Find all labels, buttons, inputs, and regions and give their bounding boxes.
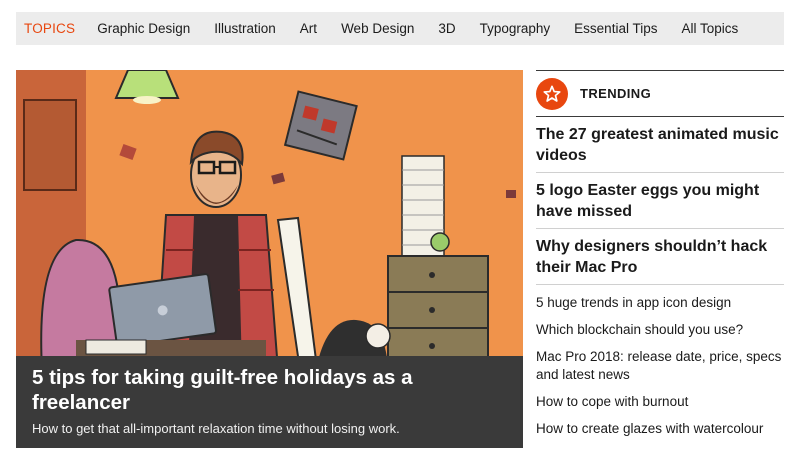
trending-list-link[interactable]: How to cope with burnout: [536, 388, 784, 415]
trending-label: TRENDING: [580, 86, 652, 101]
star-icon: [536, 77, 568, 110]
hero-subtitle: How to get that all-important relaxation…: [32, 421, 400, 436]
trending-list-link[interactable]: Which blockchain should you use?: [536, 316, 784, 343]
trending-featured-link[interactable]: 5 logo Easter eggs you might have missed: [536, 173, 784, 229]
trending-list-link[interactable]: How to create glazes with watercolour: [536, 415, 784, 442]
trending-featured-link[interactable]: Why designers shouldn’t hack their Mac P…: [536, 229, 784, 285]
nav-item-graphic-design[interactable]: Graphic Design: [97, 21, 190, 36]
topics-label[interactable]: TOPICS: [24, 21, 75, 36]
trending-header: TRENDING: [536, 71, 784, 117]
nav-item-art[interactable]: Art: [300, 21, 317, 36]
trending-sidebar: TRENDING The 27 greatest animated music …: [536, 70, 784, 442]
nav-item-typography[interactable]: Typography: [480, 21, 551, 36]
nav-item-all-topics[interactable]: All Topics: [681, 21, 738, 36]
trending-list-link[interactable]: Mac Pro 2018: release date, price, specs…: [536, 343, 784, 388]
hero-article[interactable]: 5 tips for taking guilt-free holidays as…: [16, 70, 523, 448]
hero-title[interactable]: 5 tips for taking guilt-free holidays as…: [32, 365, 507, 415]
trending-list-link[interactable]: 5 huge trends in app icon design: [536, 289, 784, 316]
topics-nav: TOPICS Graphic Design Illustration Art W…: [16, 12, 784, 45]
nav-item-web-design[interactable]: Web Design: [341, 21, 414, 36]
hero-caption[interactable]: 5 tips for taking guilt-free holidays as…: [16, 356, 523, 448]
nav-item-illustration[interactable]: Illustration: [214, 21, 276, 36]
nav-item-3d[interactable]: 3D: [438, 21, 455, 36]
nav-item-essential-tips[interactable]: Essential Tips: [574, 21, 657, 36]
trending-featured-link[interactable]: The 27 greatest animated music videos: [536, 117, 784, 173]
